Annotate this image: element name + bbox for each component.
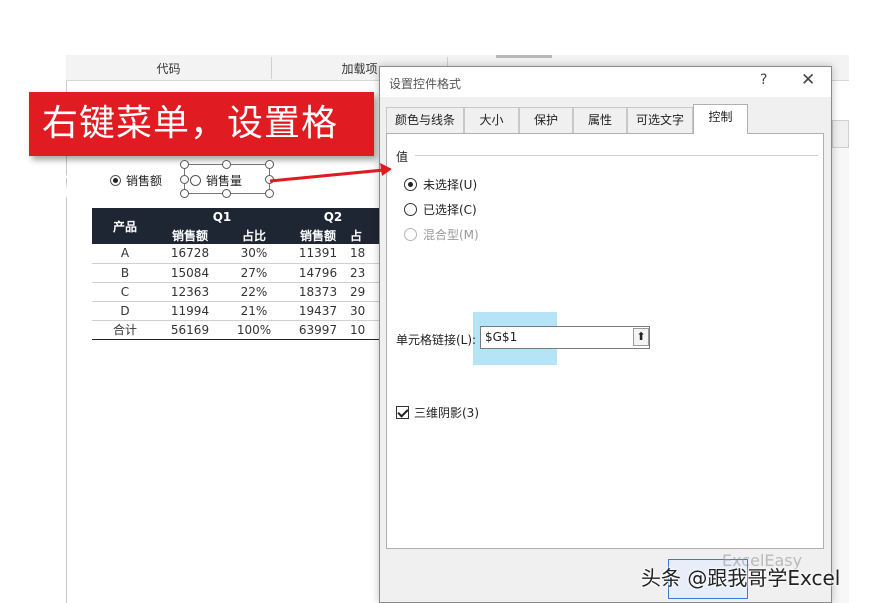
table-cell: 合计: [92, 319, 158, 340]
radio-icon: [404, 177, 417, 191]
table-cell: 30: [350, 301, 380, 321]
table-cell: 22%: [222, 282, 286, 302]
shading-checkbox[interactable]: 三维阴影(3): [396, 404, 479, 420]
close-icon[interactable]: ✕: [801, 70, 815, 90]
resize-handle[interactable]: [222, 160, 231, 169]
resize-handle[interactable]: [180, 189, 189, 198]
group-divider: [415, 155, 818, 156]
subheader: 占: [350, 226, 380, 244]
option-label: 销售额: [126, 173, 163, 188]
table-cell: 56169: [158, 319, 222, 340]
radio-icon: [110, 174, 121, 186]
resize-handle[interactable]: [222, 189, 231, 198]
table-cell: 15084: [158, 263, 222, 283]
table-total-row: 合计 56169 100% 63997 10: [92, 319, 380, 340]
radio-unchecked[interactable]: 未选择(U): [404, 176, 477, 192]
table-cell: 12363: [158, 282, 222, 302]
table-cell: 30%: [222, 244, 286, 264]
sheet-right-area: [832, 148, 849, 603]
ribbon-highlight: [496, 55, 552, 58]
watermark-large: 头条 @跟我哥学Excel: [641, 566, 841, 590]
radio-icon: [404, 227, 417, 241]
table-cell: 63997: [286, 319, 350, 340]
table-cell: 29: [350, 282, 380, 302]
checkbox-label: 三维阴影(3): [414, 405, 479, 420]
radio-mixed: 混合型(M): [404, 226, 479, 242]
subheader: 占比: [222, 226, 286, 244]
header-q1: Q1: [158, 208, 286, 226]
table-cell: 16728: [158, 244, 222, 264]
tab-alt-text[interactable]: 可选文字: [627, 107, 693, 133]
subheader: 销售额: [158, 226, 222, 244]
radio-label: 混合型(M): [423, 227, 479, 242]
table-cell: 19437: [286, 301, 350, 321]
format-control-dialog: 设置控件格式 ? ✕ 颜色与线条 大小 保护 属性 可选文字 控制 值 未选择(…: [379, 66, 832, 603]
help-icon[interactable]: ?: [760, 72, 767, 88]
table-cell: 11391: [286, 244, 350, 264]
resize-handle[interactable]: [180, 160, 189, 169]
radio-label: 已选择(C): [423, 202, 477, 217]
table-cell: 23: [350, 263, 380, 283]
control-panel: 值 未选择(U) 已选择(C) 混合型(M) 单元格链接(L): $G$1 ⬆ …: [386, 133, 824, 549]
tab-size[interactable]: 大小: [464, 107, 519, 133]
table-cell: A: [92, 244, 158, 264]
header-q2: Q2: [286, 208, 380, 226]
radio-checked[interactable]: 已选择(C): [404, 201, 477, 217]
resize-handle[interactable]: [265, 175, 274, 184]
resize-handle[interactable]: [180, 175, 189, 184]
table-cell: 21%: [222, 301, 286, 321]
dialog-titlebar[interactable]: 设置控件格式 ? ✕: [380, 67, 831, 97]
collapse-dialog-icon[interactable]: ⬆: [633, 328, 649, 346]
ribbon-group-code[interactable]: 代码: [66, 55, 271, 81]
tab-properties[interactable]: 属性: [573, 107, 627, 133]
resize-handle[interactable]: [265, 189, 274, 198]
table-cell: 18: [350, 244, 380, 264]
table-cell: 27%: [222, 263, 286, 283]
header-product: 产品: [92, 208, 158, 244]
checkbox-icon: [396, 405, 409, 419]
table-cell: 18373: [286, 282, 350, 302]
tab-colors-lines[interactable]: 颜色与线条: [386, 107, 464, 133]
value-group-label: 值: [396, 150, 409, 164]
instruction-banner: 右键菜单，设置格式: [29, 92, 374, 208]
table-row: A 16728 30% 11391 18: [92, 244, 380, 264]
table-cell: C: [92, 282, 158, 302]
table-row: D 11994 21% 19437 30: [92, 301, 380, 321]
table-cell: 14796: [286, 263, 350, 283]
table-row: C 12363 22% 18373 29: [92, 282, 380, 302]
cell-link-input[interactable]: $G$1: [480, 326, 650, 349]
sales-table: 产品 Q1 Q2 销售额 占比 销售额 占 A 16728 30% 11391 …: [92, 208, 380, 340]
sheet-strip: [832, 120, 849, 148]
table-cell: 10: [350, 319, 380, 340]
cell-link-label: 单元格链接(L):: [396, 333, 477, 347]
option-sales-amount[interactable]: 销售额: [110, 172, 162, 188]
subheader: 销售额: [286, 226, 350, 244]
dialog-title: 设置控件格式: [389, 77, 462, 91]
table-cell: 100%: [222, 319, 286, 340]
table-cell: D: [92, 301, 158, 321]
tab-protection[interactable]: 保护: [519, 107, 573, 133]
resize-handle[interactable]: [265, 160, 274, 169]
table-cell: 11994: [158, 301, 222, 321]
tab-control[interactable]: 控制: [693, 104, 748, 134]
radio-icon: [404, 202, 417, 216]
radio-label: 未选择(U): [423, 177, 478, 192]
table-row: B 15084 27% 14796 23: [92, 263, 380, 283]
table-cell: B: [92, 263, 158, 283]
